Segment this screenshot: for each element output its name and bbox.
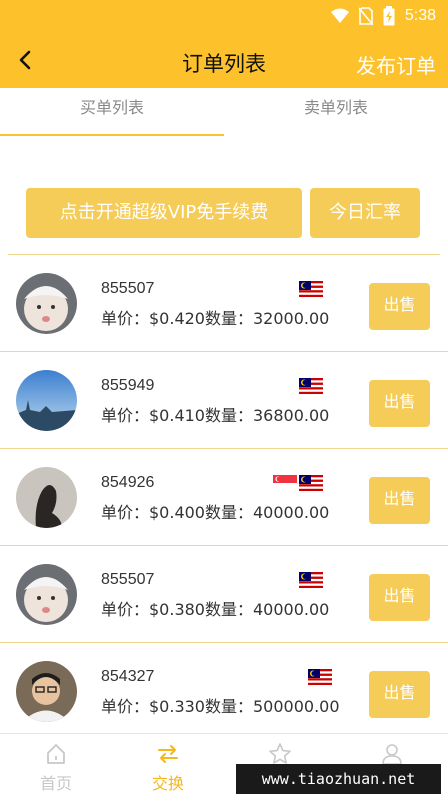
list-item[interactable]: 855949 单价：$0.410数量：36800.00 出售 xyxy=(0,352,448,449)
home-icon xyxy=(47,744,65,764)
tab-indicator xyxy=(0,134,224,136)
battery-icon xyxy=(383,6,395,26)
order-price-quantity: 单价：$0.380数量：40000.00 xyxy=(101,600,330,619)
order-id: 855949 xyxy=(101,377,155,394)
no-sim-icon xyxy=(358,7,373,25)
bottom-nav-exchange[interactable]: 交换 xyxy=(112,734,224,797)
exchange-rate-button[interactable]: 今日汇率 xyxy=(310,188,420,238)
bottom-nav-label: 交换 xyxy=(151,774,184,793)
malaysia-flag-icon xyxy=(299,378,323,394)
wifi-icon xyxy=(330,8,349,23)
malaysia-flag-icon xyxy=(308,669,332,685)
bottom-nav-home[interactable]: 首页 xyxy=(0,734,112,797)
status-icons: 5:38 xyxy=(330,6,436,26)
sell-button[interactable]: 出售 xyxy=(369,380,430,427)
nav-bar: 订单列表 发布订单 xyxy=(0,32,448,88)
avatar xyxy=(16,273,77,334)
order-id: 855507 xyxy=(101,280,155,297)
exchange-icon xyxy=(158,745,178,763)
avatar xyxy=(16,661,77,722)
order-id: 854926 xyxy=(101,474,155,491)
sell-button[interactable]: 出售 xyxy=(369,671,430,718)
sell-button[interactable]: 出售 xyxy=(369,574,430,621)
watermark: www.tiaozhuan.net xyxy=(236,764,441,794)
country-flags xyxy=(273,475,323,491)
avatar xyxy=(16,564,77,625)
publish-order-button[interactable]: 发布订单 xyxy=(356,50,436,79)
country-flags xyxy=(299,572,323,588)
order-price-quantity: 单价：$0.330数量：500000.00 xyxy=(101,697,340,716)
order-id: 854327 xyxy=(101,668,155,685)
list-item[interactable]: 855507 单价：$0.380数量：40000.00 出售 xyxy=(0,546,448,643)
tab-buy-orders[interactable]: 买单列表 xyxy=(0,88,224,136)
order-list: 855507 单价：$0.420数量：32000.00 出售 855949 单价… xyxy=(0,255,448,740)
singapore-flag-icon xyxy=(273,475,297,491)
order-id: 855507 xyxy=(101,571,155,588)
list-item[interactable]: 855507 单价：$0.420数量：32000.00 出售 xyxy=(0,255,448,352)
list-item[interactable]: 854327 单价：$0.330数量：500000.00 出售 xyxy=(0,643,448,740)
action-buttons: 点击开通超级VIP免手续费 今日汇率 xyxy=(0,188,448,238)
user-icon xyxy=(382,744,402,765)
list-item[interactable]: 854926 单价：$0.400数量：40000.00 出售 xyxy=(0,449,448,546)
sell-button[interactable]: 出售 xyxy=(369,283,430,330)
order-price-quantity: 单价：$0.410数量：36800.00 xyxy=(101,406,330,425)
sell-button[interactable]: 出售 xyxy=(369,477,430,524)
malaysia-flag-icon xyxy=(299,572,323,588)
malaysia-flag-icon xyxy=(299,281,323,297)
order-price-quantity: 单价：$0.420数量：32000.00 xyxy=(101,309,330,328)
tab-sell-orders[interactable]: 卖单列表 xyxy=(224,88,448,136)
malaysia-flag-icon xyxy=(299,475,323,491)
avatar xyxy=(16,467,77,528)
country-flags xyxy=(299,378,323,394)
order-tabs: 买单列表 卖单列表 xyxy=(0,88,448,136)
country-flags xyxy=(308,669,332,685)
status-time: 5:38 xyxy=(404,7,436,24)
vip-button[interactable]: 点击开通超级VIP免手续费 xyxy=(26,188,302,238)
country-flags xyxy=(299,281,323,297)
avatar xyxy=(16,370,77,431)
order-price-quantity: 单价：$0.400数量：40000.00 xyxy=(101,503,330,522)
status-bar: 5:38 xyxy=(0,0,448,32)
bottom-nav-label: 首页 xyxy=(39,774,72,793)
star-icon xyxy=(269,743,291,764)
